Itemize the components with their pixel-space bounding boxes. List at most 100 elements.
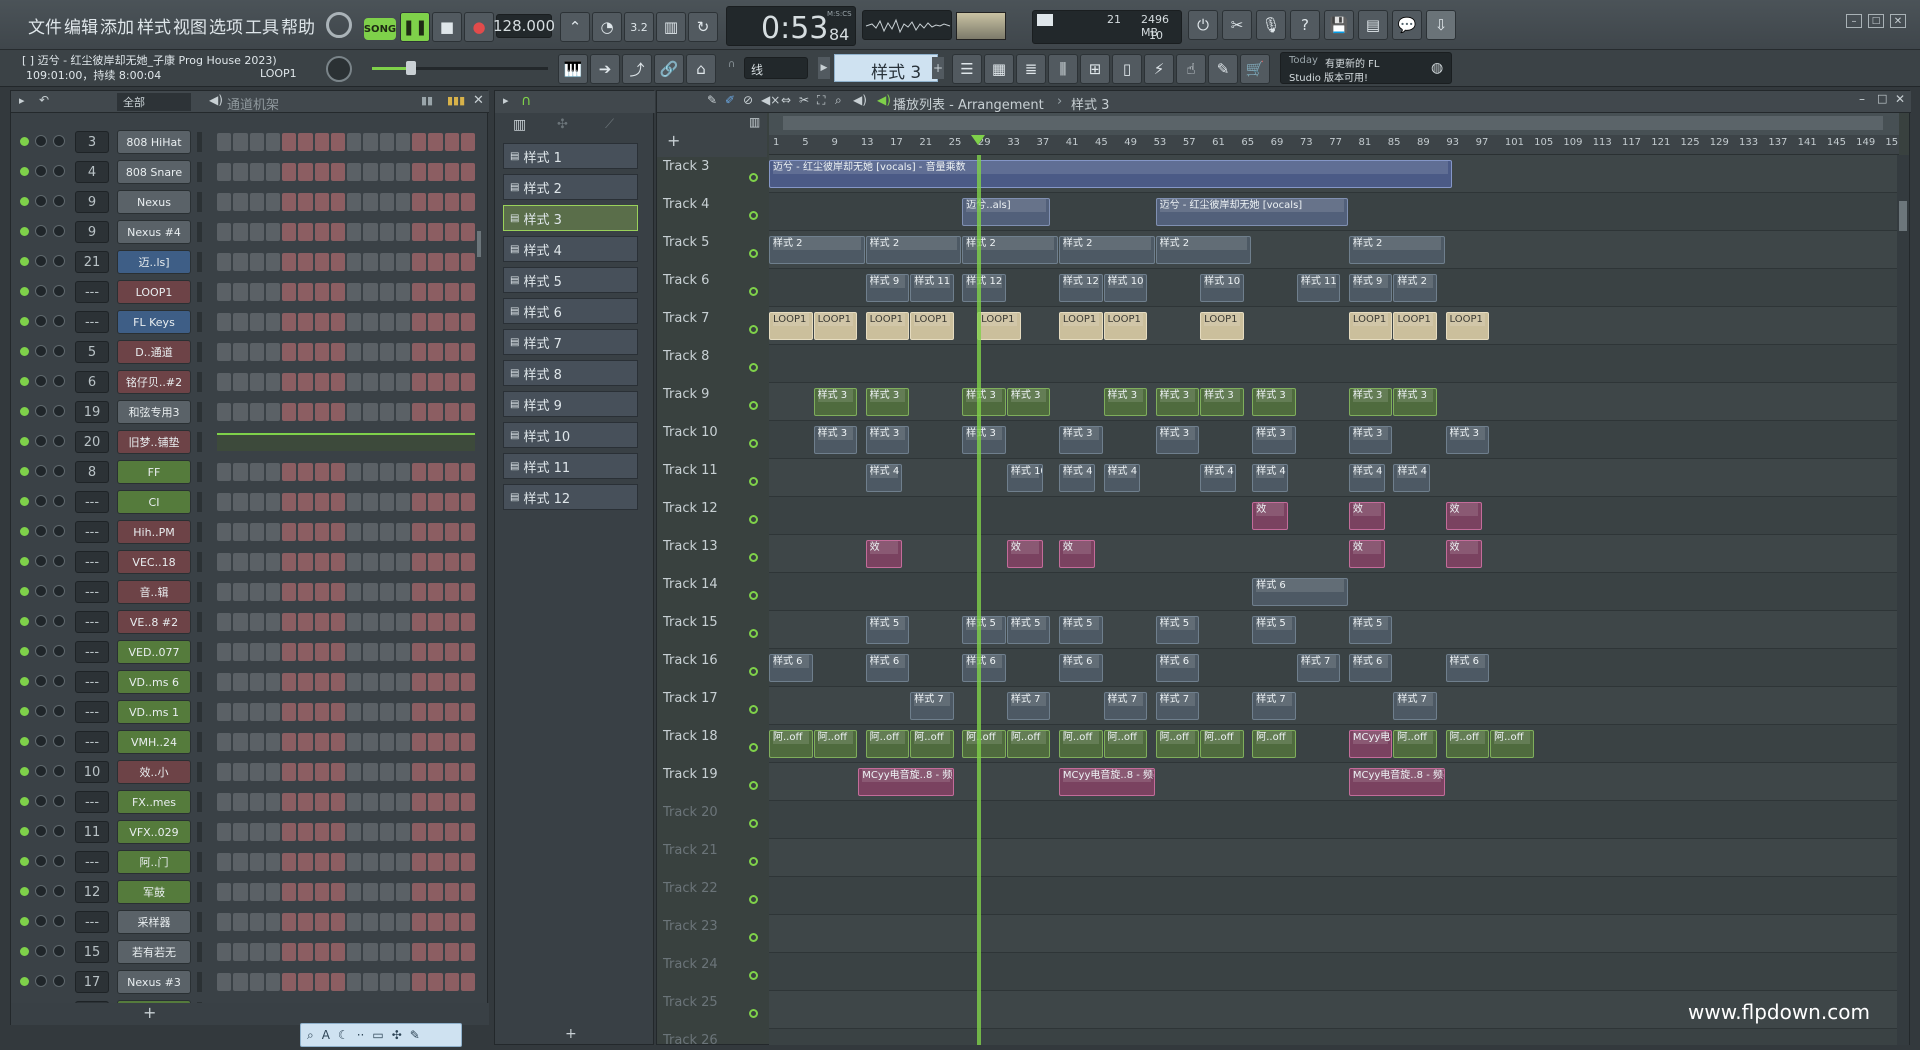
step-button[interactable] bbox=[282, 343, 297, 361]
step-button[interactable] bbox=[363, 463, 378, 481]
channel-mixer-track[interactable]: --- bbox=[75, 851, 109, 873]
step-button[interactable] bbox=[395, 943, 410, 961]
step-button[interactable] bbox=[217, 553, 232, 571]
step-button[interactable] bbox=[460, 133, 475, 151]
step-button[interactable] bbox=[460, 943, 475, 961]
track-header[interactable]: Track 13 bbox=[659, 535, 763, 566]
track-header[interactable]: Track 14 bbox=[659, 573, 763, 604]
step-button[interactable] bbox=[233, 523, 248, 541]
playlist-clip[interactable]: 样式 3 bbox=[1348, 388, 1393, 416]
step-button[interactable] bbox=[330, 853, 345, 871]
step-button[interactable] bbox=[249, 853, 264, 871]
pause-button[interactable]: ❚❚ bbox=[400, 12, 430, 42]
mixer-button[interactable]: ⫼ bbox=[1048, 54, 1078, 84]
step-button[interactable] bbox=[217, 613, 232, 631]
channel-led-icon[interactable] bbox=[20, 827, 29, 836]
track-enable-icon[interactable] bbox=[749, 971, 758, 980]
step-button[interactable] bbox=[282, 403, 297, 421]
channel-led-icon[interactable] bbox=[20, 887, 29, 896]
step-button[interactable] bbox=[298, 973, 313, 991]
channel-name-button[interactable]: 铭仔贝..#2 bbox=[117, 370, 191, 394]
step-button[interactable] bbox=[395, 703, 410, 721]
step-button[interactable] bbox=[379, 823, 394, 841]
step-button[interactable] bbox=[395, 673, 410, 691]
step-button[interactable] bbox=[460, 613, 475, 631]
step-button[interactable] bbox=[217, 283, 232, 301]
step-button[interactable] bbox=[330, 673, 345, 691]
step-button[interactable] bbox=[265, 673, 280, 691]
step-button[interactable] bbox=[330, 493, 345, 511]
master-pitch-slider[interactable] bbox=[372, 61, 548, 75]
rack-close-icon[interactable]: ✕ bbox=[473, 93, 484, 108]
step-button[interactable] bbox=[444, 403, 459, 421]
step-button[interactable] bbox=[249, 613, 264, 631]
volume-knob-icon[interactable] bbox=[53, 495, 65, 507]
channel-mixer-track[interactable]: --- bbox=[75, 611, 109, 633]
track-enable-icon[interactable] bbox=[749, 705, 758, 714]
channel-name-button[interactable]: VEC..18 bbox=[117, 550, 191, 574]
pan-knob-icon[interactable] bbox=[35, 855, 47, 867]
step-button[interactable] bbox=[412, 703, 427, 721]
channel-name-button[interactable]: VFX..029 bbox=[117, 820, 191, 844]
playlist-clip[interactable]: 效 bbox=[865, 540, 902, 568]
track-header[interactable]: Track 11 bbox=[659, 459, 763, 490]
channel-row[interactable]: 3 808 HiHat bbox=[11, 127, 489, 157]
channel-mixer-track[interactable]: 9 bbox=[75, 191, 109, 213]
step-button[interactable] bbox=[347, 343, 362, 361]
menu-add[interactable]: 添加 bbox=[100, 13, 134, 38]
pattern-item[interactable]: ▤ 样式 12 bbox=[503, 484, 638, 510]
undo-icon[interactable]: ↶ bbox=[39, 93, 49, 107]
step-button[interactable] bbox=[217, 493, 232, 511]
graph-icon[interactable]: ▮▮ bbox=[421, 94, 433, 107]
step-button[interactable] bbox=[412, 943, 427, 961]
volume-knob-icon[interactable] bbox=[53, 525, 65, 537]
step-button[interactable] bbox=[347, 523, 362, 541]
step-button[interactable] bbox=[460, 643, 475, 661]
close-button[interactable]: ✕ bbox=[1890, 14, 1906, 28]
channel-row[interactable]: --- VD..ms 6 bbox=[11, 667, 489, 697]
channel-name-button[interactable]: FL Keys bbox=[117, 310, 191, 334]
step-button[interactable] bbox=[265, 403, 280, 421]
track-header[interactable]: Track 15 bbox=[659, 611, 763, 642]
step-button[interactable] bbox=[347, 703, 362, 721]
step-button[interactable] bbox=[314, 373, 329, 391]
channel-select[interactable] bbox=[197, 192, 202, 212]
playlist-clip[interactable]: 样式 3 bbox=[1006, 388, 1051, 416]
pan-knob-icon[interactable] bbox=[35, 225, 47, 237]
playlist-clip[interactable]: LOOP1 bbox=[813, 312, 858, 340]
pan-knob-icon[interactable] bbox=[35, 405, 47, 417]
step-button[interactable] bbox=[282, 163, 297, 181]
channel-select[interactable] bbox=[197, 312, 202, 332]
step-button[interactable] bbox=[330, 733, 345, 751]
step-button[interactable] bbox=[412, 793, 427, 811]
playlist-clip[interactable]: 样式 6 bbox=[1155, 654, 1200, 682]
track-enable-icon[interactable] bbox=[749, 895, 758, 904]
rack-scrollbar[interactable] bbox=[477, 231, 481, 257]
step-button[interactable] bbox=[428, 133, 443, 151]
step-button[interactable] bbox=[460, 793, 475, 811]
step-button[interactable] bbox=[428, 163, 443, 181]
volume-knob-icon[interactable] bbox=[53, 975, 65, 987]
step-button[interactable] bbox=[379, 733, 394, 751]
step-button[interactable] bbox=[330, 973, 345, 991]
step-button[interactable] bbox=[460, 823, 475, 841]
step-button[interactable] bbox=[412, 223, 427, 241]
track-header[interactable]: Track 6 bbox=[659, 269, 763, 300]
playlist-clip[interactable]: LOOP1 bbox=[1393, 312, 1438, 340]
step-button[interactable] bbox=[428, 763, 443, 781]
step-button[interactable] bbox=[298, 373, 313, 391]
step-button[interactable] bbox=[314, 763, 329, 781]
tempo-display[interactable]: 128.000 bbox=[493, 14, 555, 38]
step-button[interactable] bbox=[444, 853, 459, 871]
step-button[interactable] bbox=[298, 793, 313, 811]
step-button[interactable] bbox=[314, 193, 329, 211]
track-enable-icon[interactable] bbox=[749, 439, 758, 448]
step-button[interactable] bbox=[444, 463, 459, 481]
channel-mixer-track[interactable]: 21 bbox=[75, 251, 109, 273]
step-button[interactable] bbox=[379, 943, 394, 961]
time-ruler[interactable]: 1 5 9 13 17 21 25 29 33 37 41 45 49 53 57 61 65 69 73 77 81 8… bbox=[769, 135, 1899, 155]
slice-icon[interactable]: ✂ bbox=[799, 93, 809, 107]
volume-knob-icon[interactable] bbox=[53, 135, 65, 147]
channel-led-icon[interactable] bbox=[20, 767, 29, 776]
step-button[interactable] bbox=[217, 673, 232, 691]
